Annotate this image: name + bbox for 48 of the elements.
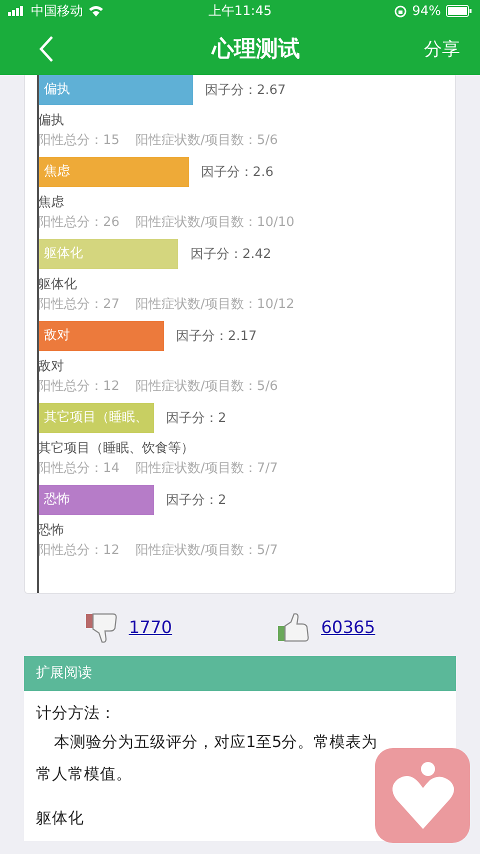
wifi-icon	[88, 5, 104, 17]
thumbs-up-icon[interactable]	[277, 612, 312, 644]
positive-total: 阳性总分：27	[38, 296, 120, 313]
section-subtitle: 计分方法：	[36, 703, 117, 724]
factor-score: 因子分：2.17	[176, 328, 257, 345]
symptom-ratio: 阳性症状数/项目数：5/6	[136, 378, 278, 395]
symptom-ratio: 阳性症状数/项目数：7/7	[136, 460, 278, 477]
carrier-name: 中国移动	[31, 3, 83, 20]
factor-score: 因子分：2	[166, 492, 226, 509]
positive-total: 阳性总分：12	[38, 378, 120, 395]
rotation-lock-icon	[394, 4, 408, 18]
positive-total: 阳性总分：14	[38, 460, 120, 477]
like-count[interactable]: 60365	[321, 618, 376, 638]
factor-score: 因子分：2.6	[200, 164, 274, 181]
factor-name: 敌对	[38, 358, 65, 376]
factor-bar: 敌对	[38, 321, 164, 351]
factor-name: 偏执	[38, 112, 65, 130]
factor-score: 因子分：2.67	[204, 82, 286, 99]
factor-name: 焦虑	[38, 194, 65, 212]
factor-name: 其它项目（睡眠、饮食等）	[38, 440, 195, 458]
factor-bar: 偏执	[38, 75, 193, 105]
factor-bar: 躯体化	[38, 239, 178, 269]
factor-bar: 其它项目（睡眠、	[38, 403, 154, 433]
factor-score: 因子分：2.42	[190, 246, 272, 263]
symptom-ratio: 阳性症状数/项目数：5/7	[136, 542, 278, 559]
positive-total: 阳性总分：12	[38, 542, 120, 559]
factor-score: 因子分：2	[166, 410, 226, 427]
symptom-ratio: 阳性症状数/项目数：10/10	[136, 214, 294, 231]
page-title: 心理测试	[212, 36, 300, 64]
body-text: 本测验分为五级评分，对应1至5分。常模表为	[53, 732, 379, 753]
section-heading: 躯体化	[36, 808, 85, 829]
battery-percent: 94%	[412, 4, 441, 18]
factor-name: 恐怖	[38, 522, 65, 540]
thumbs-down-icon[interactable]	[84, 612, 119, 644]
battery-icon	[446, 5, 472, 17]
body-text: 常人常模值。	[36, 764, 133, 785]
section-header: 扩展阅读	[24, 656, 456, 691]
factor-bar: 焦虑	[38, 157, 189, 187]
symptom-ratio: 阳性症状数/项目数：5/6	[136, 132, 278, 149]
positive-total: 阳性总分：15	[38, 132, 120, 149]
factor-name: 躯体化	[38, 276, 78, 294]
symptom-ratio: 阳性症状数/项目数：10/12	[136, 296, 294, 313]
signal-icon	[8, 6, 26, 16]
factor-bar: 恐怖	[38, 485, 154, 515]
heart-app-button[interactable]	[375, 748, 470, 843]
dislike-count[interactable]: 1770	[128, 618, 172, 638]
status-time: 上午11:45	[208, 3, 272, 20]
positive-total: 阳性总分：26	[38, 214, 120, 231]
